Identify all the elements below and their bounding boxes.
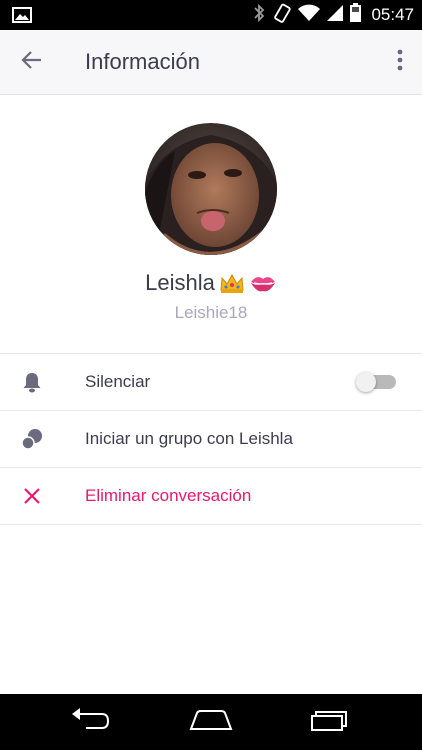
wifi-icon [298, 4, 321, 27]
bluetooth-icon [252, 3, 266, 28]
list-item-delete-conversation[interactable]: Eliminar conversación [0, 467, 422, 525]
back-nav-icon [70, 707, 110, 737]
image-notification-icon [12, 7, 32, 28]
kiss-mark-emoji-icon [249, 273, 277, 293]
profile-name-row: Leishla [0, 270, 422, 296]
battery-icon [350, 3, 362, 27]
overflow-menu-button[interactable] [388, 44, 412, 80]
home-nav-icon [189, 709, 233, 736]
status-icons: 05:47 [252, 0, 414, 30]
nav-recents-button[interactable] [300, 702, 360, 742]
list-item-start-group[interactable]: Iniciar un grupo con Leishla [0, 410, 422, 467]
system-nav-bar [0, 694, 422, 750]
signal-icon [326, 4, 344, 27]
group-icon [20, 427, 44, 451]
more-vert-icon [397, 49, 403, 76]
options-list: Silenciar Iniciar un grupo con Leishla E… [0, 353, 422, 525]
nav-back-button[interactable] [60, 702, 120, 742]
app-bar: Información [0, 30, 422, 95]
start-group-label: Iniciar un grupo con Leishla [85, 429, 293, 448]
profile-avatar[interactable] [145, 123, 277, 255]
profile-name: Leishla [145, 270, 215, 295]
crown-emoji-icon [219, 272, 245, 294]
bell-icon [20, 370, 44, 394]
delete-conversation-label: Eliminar conversación [85, 486, 252, 505]
recents-nav-icon [310, 708, 350, 737]
page-title: Información [85, 49, 200, 74]
profile-username: Leishie18 [174, 303, 248, 322]
mute-toggle[interactable] [356, 372, 398, 392]
mute-label: Silenciar [85, 372, 151, 391]
close-icon [20, 484, 44, 508]
vibrate-icon [272, 3, 292, 28]
status-time: 05:47 [371, 5, 414, 24]
status-bar: 05:47 [0, 0, 422, 30]
toggle-thumb [356, 372, 376, 392]
nav-home-button[interactable] [181, 702, 241, 742]
arrow-back-icon [21, 49, 43, 76]
list-item-mute[interactable]: Silenciar [0, 353, 422, 410]
back-button[interactable] [14, 44, 50, 80]
screen: 05:47 Información Leishla Leishie18 Sile… [0, 0, 422, 750]
